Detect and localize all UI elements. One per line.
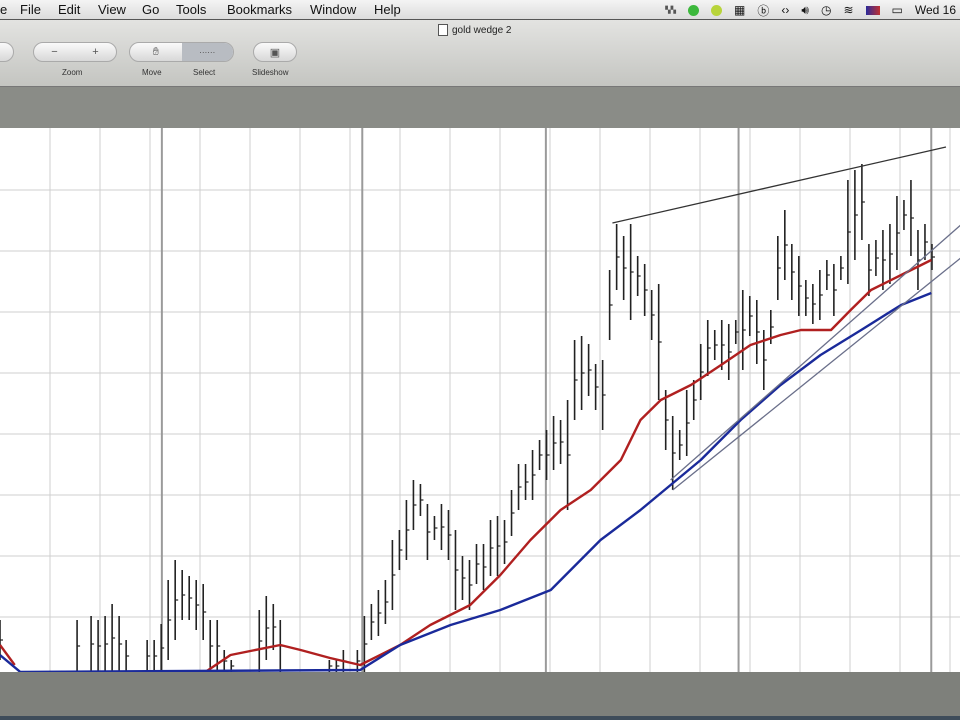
slideshow-label: Slideshow bbox=[252, 68, 289, 77]
zoom-out-button[interactable]: − bbox=[51, 46, 57, 58]
blue-moving-average bbox=[0, 291, 932, 672]
green-status-icon[interactable] bbox=[688, 4, 700, 16]
menu-view[interactable]: View bbox=[98, 2, 126, 17]
menu-edit[interactable]: Edit bbox=[58, 2, 80, 17]
document-background-bottom bbox=[0, 672, 960, 716]
menu-go[interactable]: Go bbox=[142, 2, 159, 17]
zoom-label: Zoom bbox=[62, 68, 83, 77]
battery-icon[interactable]: ▭ bbox=[892, 3, 903, 17]
dock-edge bbox=[0, 716, 960, 720]
time-machine-icon[interactable]: ◷ bbox=[821, 3, 831, 17]
volume-icon[interactable]: 🔊︎ bbox=[801, 3, 809, 18]
slideshow-icon: ▣ bbox=[269, 46, 281, 59]
menu-bookmarks[interactable]: Bookmarks bbox=[227, 2, 292, 17]
grid-icon[interactable]: ▦ bbox=[734, 3, 745, 17]
clock[interactable]: Wed 16 bbox=[915, 3, 960, 17]
bluetooth-icon[interactable]: ⓑ bbox=[757, 2, 769, 19]
tool-segmented-control: ✋︎ ⋯⋯ bbox=[129, 42, 234, 62]
window-title: gold wedge 2 bbox=[438, 24, 512, 36]
move-label: Move bbox=[142, 68, 162, 77]
yellow-status-icon[interactable] bbox=[711, 4, 723, 16]
upper-wedge-line bbox=[612, 146, 947, 224]
lower-wedge-line bbox=[672, 257, 960, 491]
flag-icon[interactable] bbox=[865, 5, 880, 15]
chart-svg bbox=[0, 128, 960, 672]
document-icon bbox=[438, 24, 448, 36]
menu-window[interactable]: Window bbox=[310, 2, 356, 17]
menu-app[interactable]: e bbox=[0, 2, 7, 17]
wifi-icon[interactable]: ≋ bbox=[843, 3, 853, 17]
sync-arrows-icon[interactable]: ‹› bbox=[781, 3, 789, 17]
activity-monitor-icon[interactable]: ▚▚ bbox=[665, 6, 676, 14]
menu-help[interactable]: Help bbox=[374, 2, 401, 17]
move-tool-button[interactable]: ✋︎ bbox=[130, 46, 182, 59]
document-background bbox=[0, 87, 960, 128]
zoom-control: − + bbox=[33, 42, 117, 62]
price-chart bbox=[0, 128, 960, 672]
window-title-text: gold wedge 2 bbox=[452, 24, 512, 36]
select-label: Select bbox=[193, 68, 216, 77]
select-tool-button[interactable]: ⋯⋯ bbox=[181, 43, 233, 61]
zoom-in-button[interactable]: + bbox=[92, 46, 98, 58]
slideshow-button[interactable]: ▣ bbox=[253, 42, 297, 62]
status-menus: ▚▚ ▦ ⓑ ‹› 🔊︎ ◷ ≋ ▭ Wed 16 bbox=[665, 1, 960, 19]
toolbar: gold wedge 2 − + Zoom ✋︎ ⋯⋯ Move Select … bbox=[0, 20, 960, 87]
menu-tools[interactable]: Tools bbox=[176, 2, 206, 17]
sidebar-button[interactable] bbox=[0, 42, 14, 62]
menu-file[interactable]: File bbox=[20, 2, 41, 17]
menu-bar: e File Edit View Go Tools Bookmarks Wind… bbox=[0, 0, 960, 20]
